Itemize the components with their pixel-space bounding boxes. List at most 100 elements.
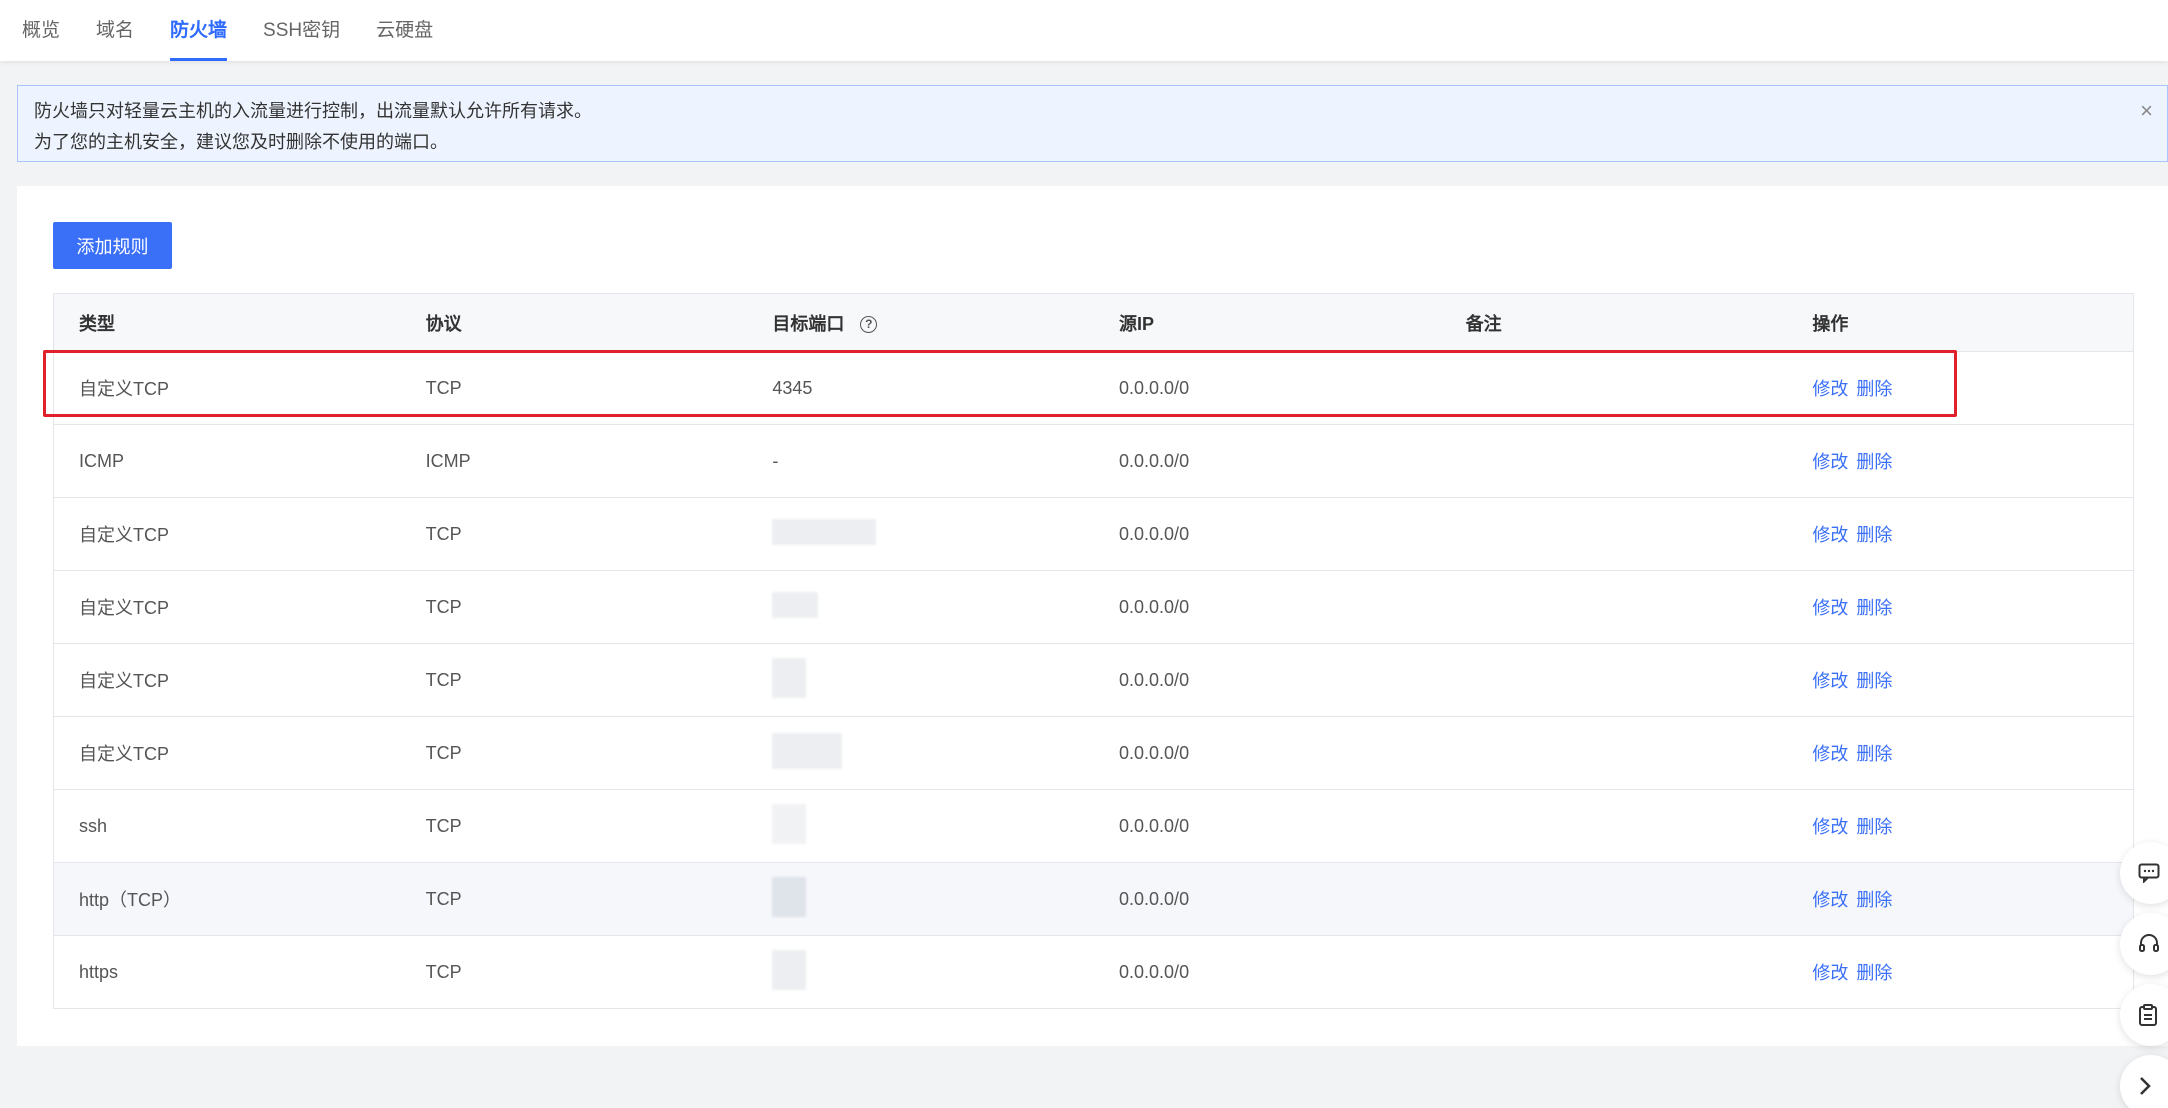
- cell-port: [747, 876, 1094, 922]
- cell-source-ip: 0.0.0.0/0: [1119, 596, 1190, 617]
- cell-source-ip: 0.0.0.0/0: [1119, 815, 1190, 836]
- cell-actions: 修改 删除: [1787, 521, 2133, 547]
- tab-bar: 概览 域名 防火墙 SSH密钥 云硬盘: [0, 0, 2168, 61]
- redacted-port: [772, 949, 807, 990]
- edit-link[interactable]: 修改: [1812, 525, 1848, 545]
- table-row: 自定义TCP TCP 0.0.0.0/0 修改 删除: [54, 644, 2133, 717]
- edit-link[interactable]: 修改: [1812, 671, 1848, 691]
- cell-actions: 修改 删除: [1787, 886, 2133, 912]
- cell-protocol: TCP: [425, 888, 462, 909]
- delete-link[interactable]: 删除: [1856, 598, 1892, 618]
- table-row: 自定义TCP TCP 0.0.0.0/0 修改 删除: [54, 717, 2133, 790]
- cell-actions: 修改 删除: [1787, 448, 2133, 474]
- cell-protocol: TCP: [425, 961, 462, 982]
- help-icon[interactable]: ?: [860, 316, 878, 334]
- cell-port: [747, 657, 1094, 703]
- cell-source-ip: 0.0.0.0/0: [1119, 669, 1190, 690]
- cell-type: ssh: [79, 815, 108, 836]
- cell-actions: 修改 删除: [1787, 375, 2133, 401]
- delete-link[interactable]: 删除: [1856, 671, 1892, 691]
- delete-link[interactable]: 删除: [1856, 379, 1892, 399]
- table-row: ICMP ICMP - 0.0.0.0/0 修改 删除: [54, 425, 2133, 498]
- cell-type: 自定义TCP: [79, 525, 169, 545]
- edit-link[interactable]: 修改: [1812, 744, 1848, 764]
- cell-port: [747, 518, 1094, 550]
- cell-protocol: TCP: [425, 523, 462, 544]
- redacted-port: [772, 518, 877, 545]
- cell-type: 自定义TCP: [79, 671, 169, 691]
- header-port: 目标端口?: [747, 310, 1094, 336]
- delete-link[interactable]: 删除: [1856, 817, 1892, 837]
- cell-actions: 修改 删除: [1787, 594, 2133, 620]
- cell-port: [747, 732, 1094, 774]
- cell-type: 自定义TCP: [79, 598, 169, 618]
- cell-protocol: TCP: [425, 742, 462, 763]
- redacted-port: [772, 876, 807, 917]
- cell-source-ip: 0.0.0.0/0: [1119, 377, 1190, 398]
- headset-icon: [2139, 934, 2159, 952]
- delete-link[interactable]: 删除: [1856, 525, 1892, 545]
- notice-line-2: 为了您的主机安全，建议您及时删除不使用的端口。: [34, 132, 448, 152]
- cell-type: https: [79, 961, 119, 982]
- edit-link[interactable]: 修改: [1812, 890, 1848, 910]
- tab-domain[interactable]: 域名: [96, 0, 134, 61]
- edit-link[interactable]: 修改: [1812, 963, 1848, 983]
- cell-actions: 修改 删除: [1787, 740, 2133, 766]
- cell-protocol: TCP: [425, 596, 462, 617]
- redacted-port: [772, 591, 819, 618]
- cell-type: 自定义TCP: [79, 744, 169, 764]
- edit-link[interactable]: 修改: [1812, 452, 1848, 472]
- edit-link[interactable]: 修改: [1812, 379, 1848, 399]
- firewall-notice: 防火墙只对轻量云主机的入流量进行控制，出流量默认允许所有请求。 为了您的主机安全…: [17, 85, 2168, 162]
- redacted-port: [772, 803, 807, 844]
- add-rule-button[interactable]: 添加规则: [53, 222, 172, 269]
- tab-cloud-disk[interactable]: 云硬盘: [376, 0, 433, 61]
- table-row: https TCP 0.0.0.0/0 修改 删除: [54, 936, 2133, 1008]
- cell-port: 4345: [772, 377, 813, 398]
- delete-link[interactable]: 删除: [1856, 744, 1892, 764]
- rules-table: 类型 协议 目标端口? 源IP 备注 操作 自定义TCP TCP 4345 0.…: [53, 293, 2134, 1009]
- cell-type: http（TCP）: [79, 890, 182, 910]
- header-protocol: 协议: [425, 313, 462, 334]
- cell-source-ip: 0.0.0.0/0: [1119, 742, 1190, 763]
- chevron-right-icon: [2140, 1077, 2151, 1095]
- expand-button[interactable]: [2120, 1055, 2168, 1108]
- cell-protocol: ICMP: [425, 450, 471, 471]
- tab-ssh-keys[interactable]: SSH密钥: [263, 0, 340, 61]
- header-note: 备注: [1465, 313, 1502, 334]
- cell-actions: 修改 删除: [1787, 667, 2133, 693]
- redacted-port: [772, 732, 843, 769]
- cell-source-ip: 0.0.0.0/0: [1119, 523, 1190, 544]
- edit-link[interactable]: 修改: [1812, 598, 1848, 618]
- table-row: http（TCP） TCP 0.0.0.0/0 修改 删除: [54, 863, 2133, 936]
- tab-firewall[interactable]: 防火墙: [170, 0, 228, 61]
- clipboard-icon: [2139, 1004, 2157, 1026]
- tab-overview[interactable]: 概览: [22, 0, 60, 61]
- cell-protocol: TCP: [425, 669, 462, 690]
- delete-link[interactable]: 删除: [1856, 963, 1892, 983]
- cell-port: -: [772, 450, 779, 471]
- table-header: 类型 协议 目标端口? 源IP 备注 操作: [54, 294, 2133, 352]
- header-actions: 操作: [1812, 313, 1849, 334]
- table-row: 自定义TCP TCP 0.0.0.0/0 修改 删除: [54, 498, 2133, 571]
- cell-protocol: TCP: [425, 815, 462, 836]
- cell-source-ip: 0.0.0.0/0: [1119, 888, 1190, 909]
- cell-actions: 修改 删除: [1787, 959, 2133, 985]
- edit-link[interactable]: 修改: [1812, 817, 1848, 837]
- cell-type: ICMP: [79, 450, 124, 471]
- cell-source-ip: 0.0.0.0/0: [1119, 961, 1190, 982]
- delete-link[interactable]: 删除: [1856, 890, 1892, 910]
- cell-actions: 修改 删除: [1787, 813, 2133, 839]
- redacted-port: [772, 657, 807, 698]
- cell-source-ip: 0.0.0.0/0: [1119, 450, 1190, 471]
- table-row: 自定义TCP TCP 0.0.0.0/0 修改 删除: [54, 571, 2133, 644]
- close-icon[interactable]: ×: [2140, 100, 2153, 122]
- cell-port: [747, 949, 1094, 995]
- cell-type: 自定义TCP: [79, 379, 169, 399]
- table-row: ssh TCP 0.0.0.0/0 修改 删除: [54, 790, 2133, 863]
- cell-port: [747, 803, 1094, 849]
- chat-icon: [2138, 863, 2160, 883]
- header-type: 类型: [79, 313, 115, 334]
- delete-link[interactable]: 删除: [1856, 452, 1892, 472]
- notice-line-1: 防火墙只对轻量云主机的入流量进行控制，出流量默认允许所有请求。: [34, 101, 592, 121]
